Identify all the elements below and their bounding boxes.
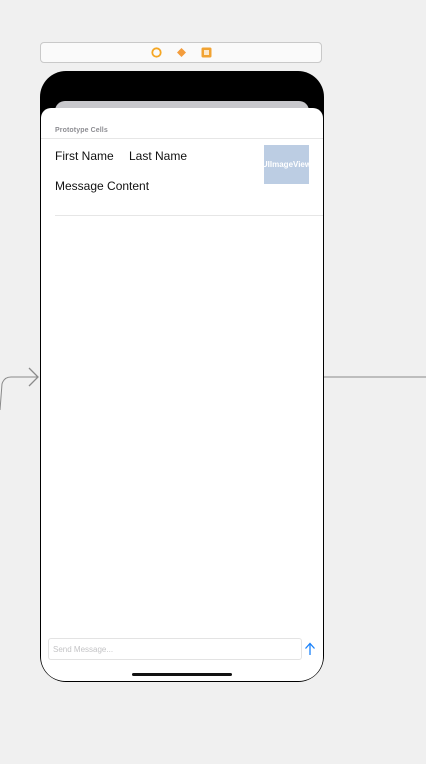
image-view-label: UIImageView	[264, 160, 309, 169]
modal-screen: Prototype Cells First Name Last Name Mes…	[41, 108, 323, 681]
view-controller-icon[interactable]	[150, 47, 162, 58]
last-name-label: Last Name	[129, 149, 188, 163]
arrow-up-icon	[305, 642, 315, 655]
cell-divider	[55, 215, 323, 216]
first-responder-icon[interactable]	[176, 47, 187, 58]
initial-segue-arrowhead	[28, 367, 39, 387]
image-view-placeholder: UIImageView	[264, 145, 309, 184]
first-name-label: First Name	[55, 149, 114, 163]
scene-dock[interactable]	[40, 42, 322, 63]
message-input[interactable]	[49, 639, 301, 660]
message-content-label: Message Content	[55, 179, 150, 193]
initial-segue-line	[0, 376, 37, 411]
prototype-cells-header: Prototype Cells	[55, 127, 108, 134]
exit-icon[interactable]	[201, 47, 212, 58]
home-indicator	[132, 673, 232, 676]
message-input-container	[48, 638, 302, 660]
message-cell[interactable]: First Name Last Name Message Content UII…	[41, 139, 323, 216]
send-button[interactable]	[302, 641, 318, 657]
view-controller-frame: Prototype Cells First Name Last Name Mes…	[40, 71, 324, 682]
